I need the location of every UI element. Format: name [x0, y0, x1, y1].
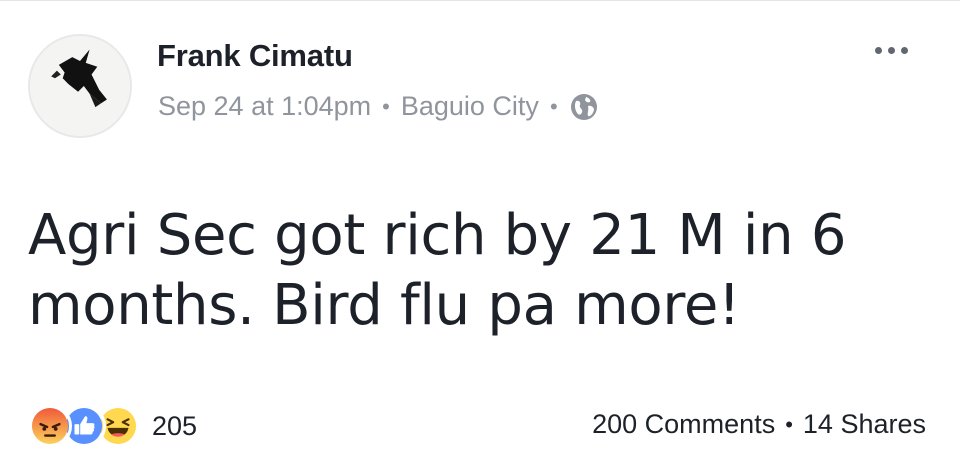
- globe-icon[interactable]: [569, 92, 599, 122]
- stats-separator: •: [785, 411, 793, 437]
- avatar[interactable]: [28, 34, 132, 138]
- more-dot: [875, 47, 882, 54]
- reaction-count: 205: [152, 410, 198, 441]
- avatar-image: [30, 36, 130, 136]
- shares-count-link[interactable]: 14 Shares: [803, 409, 926, 440]
- comments-count-link[interactable]: 200 Comments: [592, 409, 775, 440]
- post-meta: Sep 24 at 1:04pm • Baguio City •: [158, 91, 599, 122]
- more-dot: [888, 47, 895, 54]
- post-location[interactable]: Baguio City: [401, 91, 539, 122]
- post-stats: 200 Comments • 14 Shares: [592, 409, 926, 440]
- more-options-icon[interactable]: [875, 47, 908, 54]
- author-name[interactable]: Frank Cimatu: [157, 38, 353, 74]
- facebook-post: Frank Cimatu Sep 24 at 1:04pm • Baguio C…: [0, 0, 960, 473]
- more-dot: [901, 47, 908, 54]
- meta-separator: •: [549, 93, 558, 119]
- post-timestamp[interactable]: Sep 24 at 1:04pm: [158, 91, 371, 122]
- angry-reaction-icon: [28, 404, 72, 448]
- reactions-summary[interactable]: 205: [28, 404, 197, 448]
- meta-separator: •: [382, 93, 390, 119]
- post-text: Agri Sec got rich by 21 M in 6 months. B…: [28, 203, 847, 338]
